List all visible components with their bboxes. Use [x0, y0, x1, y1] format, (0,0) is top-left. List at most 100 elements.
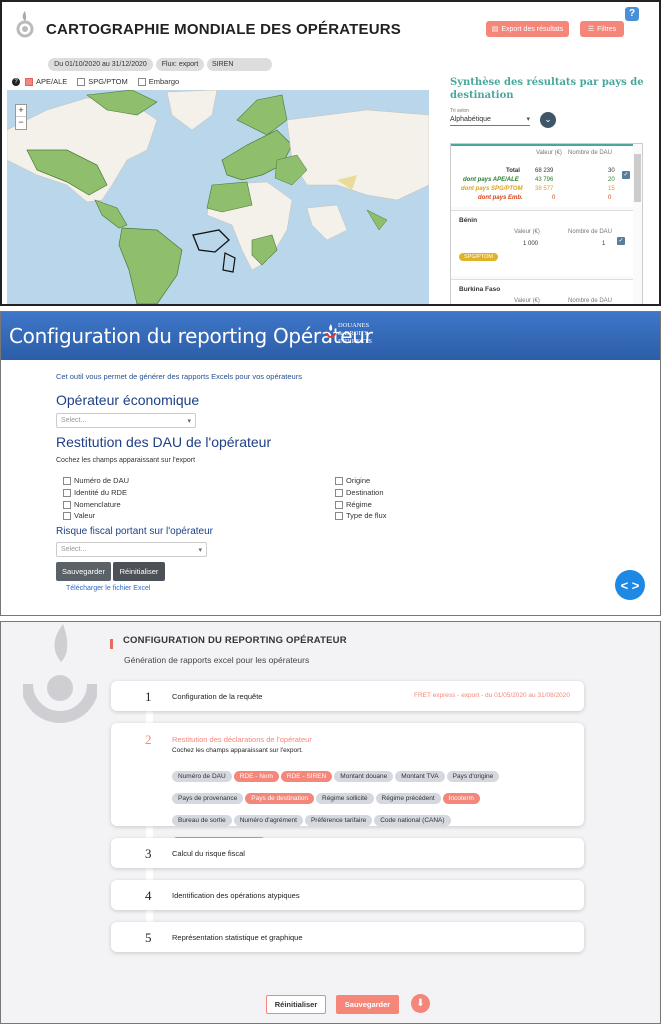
field-tag[interactable]: Montant douane	[334, 771, 394, 782]
legend-spg-ptom[interactable]: SPG/PTOM	[77, 77, 128, 87]
field-numero-dau[interactable]: Numéro de DAU	[63, 476, 129, 485]
map-legend: ? APE/ALE SPG/PTOM Embargo	[12, 77, 180, 87]
field-tag[interactable]: Bureau de sortie	[172, 815, 232, 826]
world-map[interactable]	[6, 89, 430, 304]
col-value-header: Valeur (€)	[514, 298, 540, 304]
field-tag[interactable]: Incoterm	[442, 793, 480, 804]
checkbox-icon[interactable]: ✓	[617, 237, 625, 245]
field-label: Numéro de DAU	[74, 476, 130, 485]
field-tag[interactable]: RDE - SIREN	[280, 771, 333, 782]
field-valeur[interactable]: Valeur	[63, 511, 95, 520]
step-number: 1	[145, 689, 152, 704]
checkbox-icon[interactable]	[63, 476, 71, 485]
step-summary: FRET express - export - du 01/05/2020 au…	[414, 692, 570, 699]
checkbox-icon[interactable]	[63, 511, 71, 520]
checkbox-icon[interactable]	[335, 511, 343, 520]
step-card-1[interactable]: 1 Configuration de la requête FRET expre…	[111, 681, 584, 711]
risk-select[interactable]: Select...	[56, 542, 207, 557]
legend-label: Embargo	[148, 77, 180, 86]
checkbox-icon[interactable]	[335, 500, 343, 509]
operator-select[interactable]: Select...	[56, 413, 196, 428]
checkbox-icon[interactable]: ✓	[622, 171, 630, 179]
col-dau-header: Nombre de DAU	[568, 150, 613, 156]
field-tag[interactable]: RDE - Nom	[233, 771, 279, 782]
field-origine[interactable]: Origine	[335, 476, 370, 485]
field-tag[interactable]: Code national (CANA)	[374, 815, 451, 826]
step-number: 2	[145, 732, 152, 747]
page-title: CONFIGURATION DU REPORTING OPÉRATEUR	[123, 635, 347, 646]
country-card-benin: Bénin Valeur (€) Nombre de DAU 1 000 1 S…	[451, 210, 633, 276]
field-tag[interactable]: Pays de destination	[245, 793, 314, 804]
field-label: Identité du RDE	[74, 488, 127, 497]
info-icon: ?	[12, 77, 20, 86]
checkbox-icon[interactable]	[335, 476, 343, 485]
field-type-flux[interactable]: Type de flux	[335, 511, 386, 520]
field-tag[interactable]: Pays de provenance	[172, 793, 244, 804]
zoom-in-button[interactable]: +	[16, 105, 26, 117]
step-card-3[interactable]: 3 Calcul du risque fiscal	[111, 838, 584, 868]
legend-embargo[interactable]: Embargo	[137, 77, 180, 87]
filter-icon: ☰	[587, 26, 595, 33]
field-identite-rde[interactable]: Identité du RDE	[63, 488, 127, 497]
field-tag[interactable]: Pays d'origine	[446, 771, 500, 782]
step-label: Configuration de la requête	[172, 692, 263, 701]
chevron-down-icon[interactable]: ⌄	[540, 112, 556, 128]
page-title: CARTOGRAPHIE MONDIALE DES OPÉRATEURS	[46, 21, 402, 38]
field-label: Valeur	[74, 511, 96, 520]
checkbox-icon[interactable]	[25, 78, 33, 87]
checkbox-icon[interactable]	[137, 78, 146, 87]
checkbox-icon[interactable]	[63, 500, 71, 509]
checkbox-icon[interactable]	[77, 78, 86, 87]
save-button[interactable]: Sauvegarder	[56, 562, 111, 581]
step-card-4[interactable]: 4 Identification des opérations atypique…	[111, 880, 584, 910]
table-icon: ▤	[491, 26, 499, 33]
reset-button[interactable]: Réinitialiser	[113, 562, 165, 581]
summary-label: dont pays SPG/PTOM	[461, 186, 523, 192]
download-icon[interactable]: ⬇	[411, 994, 430, 1013]
export-results-button[interactable]: ▤ Export des résultats	[486, 21, 569, 37]
save-button[interactable]: Sauvegarder	[336, 995, 399, 1014]
summary-value: 0	[552, 195, 556, 201]
filters-label: Filtres	[597, 25, 617, 33]
step-hint: Cochez les champs apparaissant sur l'exp…	[172, 747, 303, 754]
zoom-out-button[interactable]: −	[16, 117, 26, 129]
field-label: Régime	[346, 500, 372, 509]
checkbox-icon[interactable]	[63, 488, 71, 497]
siren-chip[interactable]: SIREN	[207, 58, 272, 71]
country-card-burkina: Burkina Faso Valeur (€) Nombre de DAU	[451, 279, 633, 304]
flux-chip[interactable]: Flux: export	[156, 58, 204, 71]
date-range-chip[interactable]: Du 01/10/2020 au 31/12/2020	[48, 58, 153, 71]
field-tag[interactable]: Préférence tarifaire	[304, 815, 373, 826]
header-title: Configuration du reporting Opérateur	[9, 324, 373, 348]
field-destination[interactable]: Destination	[335, 488, 384, 497]
field-tag[interactable]: Numéro de DAU	[172, 771, 232, 782]
code-nav-button[interactable]: < >	[615, 570, 645, 600]
field-regime[interactable]: Régime	[335, 500, 372, 509]
results-scrollbar[interactable]	[634, 154, 641, 202]
field-tag[interactable]: Régime sollicité	[316, 793, 374, 804]
field-tag[interactable]: Montant TVA	[395, 771, 445, 782]
download-excel-link[interactable]: Télécharger le fichier Excel	[66, 585, 150, 592]
summary-label: dont pays APE/ALE	[463, 177, 519, 183]
sort-select[interactable]: Alphabétique	[450, 115, 530, 126]
sort-label: Tri selon	[450, 108, 469, 114]
filters-button[interactable]: ☰ Filtres	[580, 21, 624, 37]
reset-button[interactable]: Réinitialiser	[266, 995, 326, 1014]
title-accent	[110, 639, 113, 649]
checkbox-icon[interactable]	[335, 488, 343, 497]
logo-line: & DROITS	[338, 330, 369, 337]
field-tag[interactable]: Numéro d'agrément	[233, 815, 303, 826]
config-old-panel: Configuration du reporting Opérateur DOU…	[0, 311, 661, 616]
summary-dau: 20	[608, 177, 615, 183]
logo-line: INDIRECTS	[338, 338, 372, 345]
field-nomenclature[interactable]: Nomenclature	[63, 500, 121, 509]
step-card-5[interactable]: 5 Représentation statistique et graphiqu…	[111, 922, 584, 952]
country-name: Burkina Faso	[459, 286, 501, 293]
legend-label: SPG/PTOM	[88, 77, 128, 86]
field-tag[interactable]: Régime précédent	[375, 793, 441, 804]
step-card-2[interactable]: 2 Restitution des déclarations de l'opér…	[111, 723, 584, 848]
logo-line: DOUANES	[338, 322, 370, 329]
legend-ape-ale[interactable]: APE/ALE	[25, 77, 67, 87]
summary-label: Total	[506, 168, 520, 174]
help-button[interactable]: ?	[625, 7, 639, 21]
